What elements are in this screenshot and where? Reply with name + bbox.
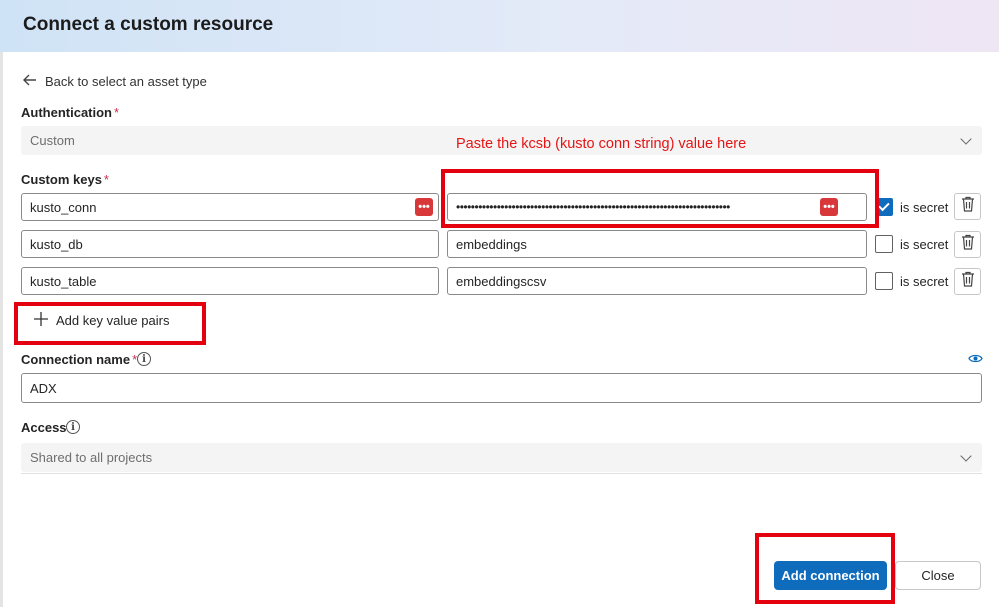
- required-mark: *: [103, 172, 109, 187]
- custom-key-value: kusto_conn: [30, 199, 97, 215]
- connection-name-value: ADX: [30, 380, 57, 396]
- access-value: Shared to all projects: [30, 450, 153, 465]
- custom-key-value: kusto_db: [30, 236, 83, 252]
- delete-row-button[interactable]: [954, 231, 981, 258]
- chevron-down-icon: [960, 450, 972, 462]
- connection-name-input[interactable]: ADX: [21, 373, 982, 403]
- custom-key-input[interactable]: kusto_db: [21, 230, 439, 258]
- arrow-left-icon: [23, 73, 41, 89]
- custom-value-text: embeddings: [456, 236, 527, 252]
- highlight-box: [14, 302, 206, 345]
- authentication-label: Authentication *: [21, 105, 119, 120]
- trash-icon: [961, 271, 975, 292]
- access-label-text: Access: [21, 420, 67, 435]
- dialog-edge: [0, 52, 3, 607]
- close-button[interactable]: Close: [895, 561, 981, 590]
- divider: [21, 473, 982, 474]
- custom-value-input[interactable]: embeddings: [447, 230, 867, 258]
- authentication-label-text: Authentication: [21, 105, 112, 120]
- custom-keys-label-text: Custom keys: [21, 172, 102, 187]
- checkmark-icon: [878, 199, 890, 212]
- is-secret-checkbox[interactable]: [875, 235, 893, 253]
- info-icon[interactable]: i: [66, 420, 80, 434]
- is-secret-label: is secret: [900, 237, 949, 252]
- chevron-down-icon: [960, 133, 972, 145]
- info-icon[interactable]: i: [137, 352, 151, 366]
- highlight-box: [441, 169, 879, 228]
- trash-icon: [961, 234, 975, 255]
- access-label: Access: [21, 420, 67, 435]
- custom-value-text: embeddingscsv: [456, 273, 547, 289]
- delete-row-button[interactable]: [954, 268, 981, 295]
- authentication-value: Custom: [30, 133, 75, 148]
- eye-icon[interactable]: [968, 351, 983, 369]
- back-link-label: Back to select an asset type: [45, 73, 207, 89]
- custom-keys-label: Custom keys *: [21, 172, 109, 187]
- required-mark: *: [114, 105, 120, 120]
- trash-icon: [961, 196, 975, 217]
- is-secret-label: is secret: [900, 200, 949, 215]
- connection-name-label: Connection name *: [21, 352, 137, 367]
- annotation-text: Paste the kcsb (kusto conn string) value…: [456, 136, 747, 152]
- custom-key-input[interactable]: kusto_table: [21, 267, 439, 295]
- is-secret-label: is secret: [900, 274, 949, 289]
- custom-key-value: kusto_table: [30, 273, 97, 289]
- dialog-title: Connect a custom resource: [23, 14, 274, 35]
- custom-key-input[interactable]: kusto_conn •••: [21, 193, 439, 221]
- back-link[interactable]: Back to select an asset type: [23, 73, 207, 89]
- access-select[interactable]: Shared to all projects: [21, 443, 982, 472]
- custom-value-input[interactable]: embeddingscsv: [447, 267, 867, 295]
- password-dots-icon[interactable]: •••: [415, 198, 433, 216]
- dialog-header: Connect a custom resource: [0, 0, 999, 52]
- highlight-box: [755, 533, 895, 604]
- is-secret-checkbox[interactable]: [875, 272, 893, 290]
- connection-name-label-text: Connection name: [21, 352, 131, 367]
- delete-row-button[interactable]: [954, 193, 981, 220]
